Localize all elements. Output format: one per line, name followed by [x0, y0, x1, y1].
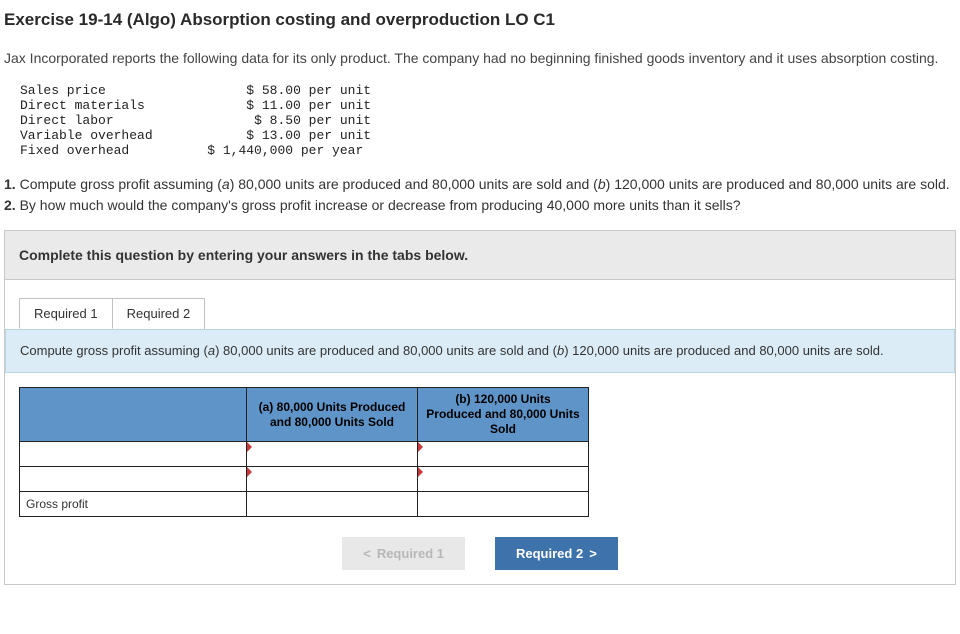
data-row-4-value: $ 13.00 per unit [246, 128, 371, 143]
data-row-2-label: Direct materials [20, 98, 145, 113]
answer-area: Complete this question by entering your … [4, 230, 956, 585]
row-2-col-a-cell[interactable] [247, 467, 418, 492]
data-row-5-label: Fixed overhead [20, 143, 129, 158]
row-1-label-cell[interactable] [20, 442, 247, 467]
table-header-col-a: (a) 80,000 Units Produced and 80,000 Uni… [247, 388, 418, 442]
tab-bar: Required 1 Required 2 [19, 298, 955, 329]
row-3-col-a-cell[interactable] [247, 492, 418, 517]
dropdown-indicator-icon [418, 442, 423, 452]
exercise-title: Exercise 19-14 (Algo) Absorption costing… [4, 10, 956, 30]
chevron-right-icon: > [589, 546, 597, 561]
q2-number: 2. [4, 197, 16, 213]
data-row-3-value: $ 8.50 per unit [254, 113, 371, 128]
prev-button[interactable]: < Required 1 [342, 537, 465, 570]
tab-required-1[interactable]: Required 1 [19, 298, 113, 329]
nav-row: < Required 1 Required 2 > [5, 531, 955, 584]
dropdown-indicator-icon [247, 467, 252, 477]
answer-table-area: (a) 80,000 Units Produced and 80,000 Uni… [5, 373, 955, 531]
data-block: Sales price $ 58.00 per unit Direct mate… [20, 83, 956, 158]
data-row-1-label: Sales price [20, 83, 106, 98]
data-row-3-label: Direct labor [20, 113, 114, 128]
table-header-col-b: (b) 120,000 Units Produced and 80,000 Un… [418, 388, 589, 442]
question-list: 1. Compute gross profit assuming (a) 80,… [4, 174, 956, 216]
next-button[interactable]: Required 2 > [495, 537, 618, 570]
table-header-row: (a) 80,000 Units Produced and 80,000 Uni… [20, 388, 589, 442]
row-1-col-b-cell[interactable] [418, 442, 589, 467]
prev-button-label: Required 1 [377, 546, 444, 561]
dropdown-indicator-icon [247, 442, 252, 452]
q1-number: 1. [4, 176, 16, 192]
data-row-4-label: Variable overhead [20, 128, 153, 143]
tab-required-2[interactable]: Required 2 [113, 298, 206, 329]
dropdown-indicator-icon [418, 467, 423, 477]
data-row-5-value: $ 1,440,000 per year [207, 143, 363, 158]
table-row [20, 442, 589, 467]
row-1-col-a-cell[interactable] [247, 442, 418, 467]
data-row-1-value: $ 58.00 per unit [246, 83, 371, 98]
row-3-label-cell: Gross profit [20, 492, 247, 517]
intro-text: Jax Incorporated reports the following d… [4, 48, 956, 69]
chevron-left-icon: < [363, 546, 371, 561]
table-row: Gross profit [20, 492, 589, 517]
row-2-col-b-cell[interactable] [418, 467, 589, 492]
tab-subprompt: Compute gross profit assuming (a) 80,000… [5, 329, 955, 373]
instruction-text: Complete this question by entering your … [19, 247, 468, 263]
table-row [20, 467, 589, 492]
question-1: 1. Compute gross profit assuming (a) 80,… [4, 174, 956, 195]
row-2-label-cell[interactable] [20, 467, 247, 492]
table-header-blank [20, 388, 247, 442]
answer-table: (a) 80,000 Units Produced and 80,000 Uni… [19, 387, 589, 517]
question-2: 2. By how much would the company's gross… [4, 195, 956, 216]
instruction-band: Complete this question by entering your … [5, 231, 955, 280]
data-row-2-value: $ 11.00 per unit [246, 98, 371, 113]
row-3-col-b-cell[interactable] [418, 492, 589, 517]
next-button-label: Required 2 [516, 546, 583, 561]
